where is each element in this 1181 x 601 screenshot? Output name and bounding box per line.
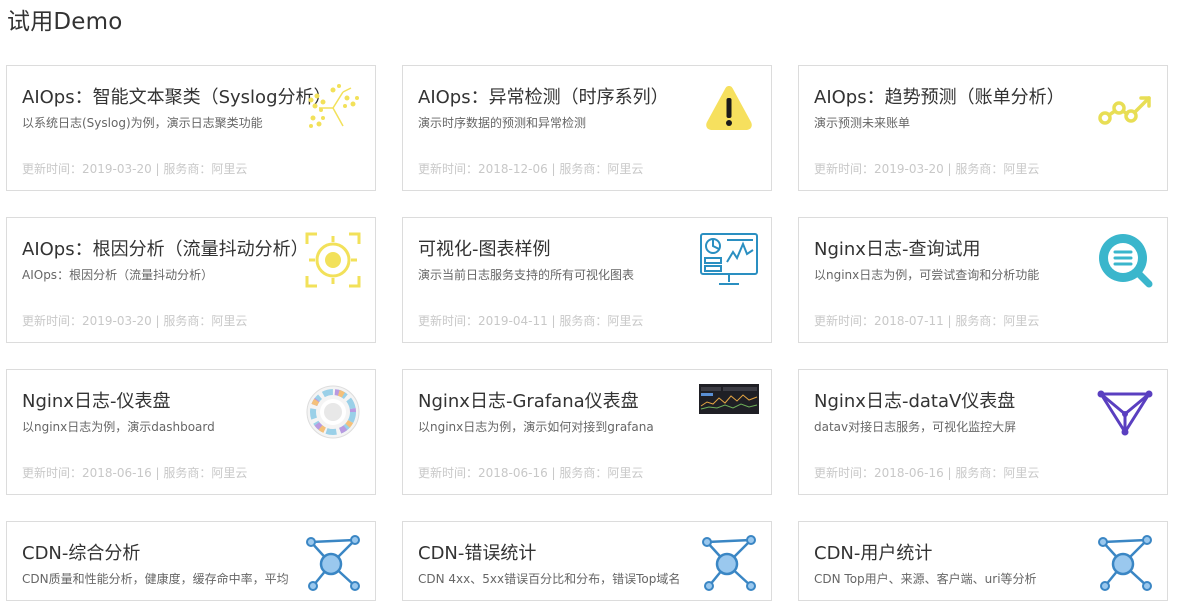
card-title: AIOps：智能文本聚类（Syslog分析） xyxy=(22,87,332,108)
target-icon xyxy=(303,230,363,290)
card-title: Nginx日志-仪表盘 xyxy=(22,391,171,412)
demo-card-cdn-error-stats[interactable]: CDN-错误统计 CDN 4xx、5xx错误百分比和分布，错误Top域名 xyxy=(402,521,772,601)
card-description: 演示预测未来账单 xyxy=(814,116,911,130)
network-graph-icon xyxy=(699,534,759,594)
demo-card-nginx-grafana[interactable]: Nginx日志-Grafana仪表盘 以nginx日志为例，演示如何对接到gra… xyxy=(402,369,772,495)
card-meta: 更新时间：2019-03-20 | 服务商：阿里云 xyxy=(814,162,1040,176)
demo-card-nginx-datav[interactable]: Nginx日志-dataV仪表盘 datav对接日志服务，可视化监控大屏 更新时… xyxy=(798,369,1168,495)
card-title: AIOps：异常检测（时序系列） xyxy=(418,87,669,108)
card-title: CDN-综合分析 xyxy=(22,543,141,564)
card-title: 可视化-图表样例 xyxy=(418,239,551,260)
dashboard-monitor-icon xyxy=(699,230,759,290)
demo-card-aiops-anomaly-detection[interactable]: AIOps：异常检测（时序系列） 演示时序数据的预测和异常检测 更新时间：201… xyxy=(402,65,772,191)
card-meta: 更新时间：2018-12-06 | 服务商：阿里云 xyxy=(418,162,644,176)
card-description: 演示当前日志服务支持的所有可视化图表 xyxy=(418,268,635,282)
card-description: CDN Top用户、来源、客户端、uri等分析 xyxy=(814,572,1037,586)
card-description: 演示时序数据的预测和异常检测 xyxy=(418,116,587,130)
card-description: 以系统日志(Syslog)为例，演示日志聚类功能 xyxy=(22,116,263,130)
demo-card-cdn-user-stats[interactable]: CDN-用户统计 CDN Top用户、来源、客户端、uri等分析 xyxy=(798,521,1168,601)
card-title: Nginx日志-Grafana仪表盘 xyxy=(418,391,639,412)
demo-card-nginx-dashboard[interactable]: Nginx日志-仪表盘 以nginx日志为例，演示dashboard 更新时间：… xyxy=(6,369,376,495)
card-meta: 更新时间：2018-07-11 | 服务商：阿里云 xyxy=(814,314,1040,328)
network-graph-icon xyxy=(303,534,363,594)
card-description: 以nginx日志为例，演示dashboard xyxy=(22,420,215,434)
card-meta: 更新时间：2018-06-16 | 服务商：阿里云 xyxy=(22,466,248,480)
card-description: datav对接日志服务，可视化监控大屏 xyxy=(814,420,1017,434)
demo-card-aiops-text-cluster[interactable]: AIOps：智能文本聚类（Syslog分析） 以系统日志(Syslog)为例，演… xyxy=(6,65,376,191)
page-title: 试用Demo xyxy=(7,9,123,35)
card-title: CDN-错误统计 xyxy=(418,543,537,564)
card-title: Nginx日志-查询试用 xyxy=(814,239,981,260)
card-description: CDN质量和性能分析，健康度，缓存命中率，平均 xyxy=(22,572,289,586)
card-description: AIOps：根因分析（流量抖动分析） xyxy=(22,268,214,282)
card-meta: 更新时间：2019-03-20 | 服务商：阿里云 xyxy=(22,162,248,176)
card-meta: 更新时间：2018-06-16 | 服务商：阿里云 xyxy=(814,466,1040,480)
demo-card-aiops-trend-forecast[interactable]: AIOps：趋势预测（账单分析） 演示预测未来账单 更新时间：2019-03-2… xyxy=(798,65,1168,191)
card-title: Nginx日志-dataV仪表盘 xyxy=(814,391,1016,412)
card-description: 以nginx日志为例，演示如何对接到grafana xyxy=(418,420,654,434)
card-title: CDN-用户统计 xyxy=(814,543,933,564)
card-meta: 更新时间：2018-06-16 | 服务商：阿里云 xyxy=(418,466,644,480)
demo-card-cdn-overview[interactable]: CDN-综合分析 CDN质量和性能分析，健康度，缓存命中率，平均 xyxy=(6,521,376,601)
card-title: AIOps：根因分析（流量抖动分析） xyxy=(22,239,309,260)
sunburst-chart-icon xyxy=(303,382,363,442)
demo-card-aiops-root-cause[interactable]: AIOps：根因分析（流量抖动分析） AIOps：根因分析（流量抖动分析） 更新… xyxy=(6,217,376,343)
card-meta: 更新时间：2019-04-11 | 服务商：阿里云 xyxy=(418,314,644,328)
search-icon xyxy=(1095,230,1155,290)
card-description: CDN 4xx、5xx错误百分比和分布，错误Top域名 xyxy=(418,572,681,586)
grafana-thumbnail-icon xyxy=(699,384,759,414)
demo-card-visualization-samples[interactable]: 可视化-图表样例 演示当前日志服务支持的所有可视化图表 更新时间：2019-04… xyxy=(402,217,772,343)
card-description: 以nginx日志为例，可尝试查询和分析功能 xyxy=(814,268,1040,282)
network-graph-icon xyxy=(1095,534,1155,594)
warning-icon xyxy=(699,78,759,138)
demo-card-nginx-query-trial[interactable]: Nginx日志-查询试用 以nginx日志为例，可尝试查询和分析功能 更新时间：… xyxy=(798,217,1168,343)
card-meta: 更新时间：2019-03-20 | 服务商：阿里云 xyxy=(22,314,248,328)
datav-logo-icon xyxy=(1095,382,1155,442)
card-title: AIOps：趋势预测（账单分析） xyxy=(814,87,1065,108)
text-cluster-icon xyxy=(303,78,363,138)
trend-icon xyxy=(1095,78,1155,138)
